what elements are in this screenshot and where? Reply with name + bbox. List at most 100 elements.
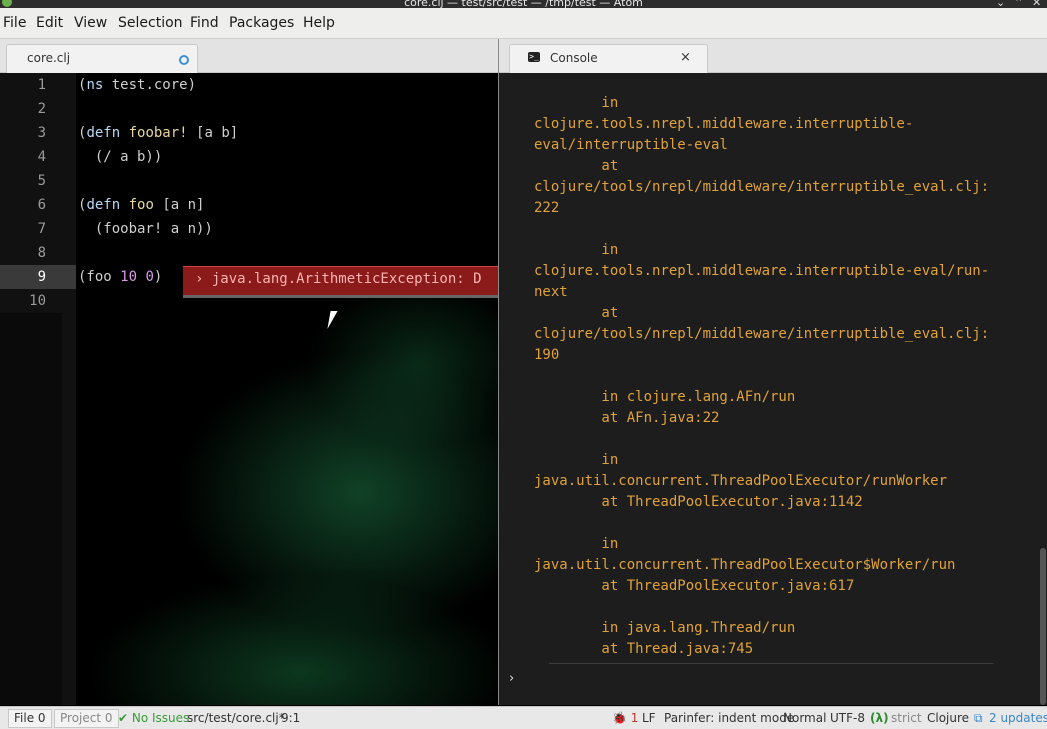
window-title: core.clj — test/src/test — /tmp/test — A… bbox=[404, 0, 643, 8]
tab-label: core.clj bbox=[27, 51, 71, 65]
console-line: clojure.tools.nrepl.middleware.interrupt… bbox=[534, 116, 914, 132]
console-input-separator bbox=[549, 663, 994, 664]
gutter-empty bbox=[0, 313, 62, 705]
number: 0 bbox=[145, 269, 154, 285]
updates-icon[interactable]: ⧉ bbox=[974, 711, 983, 725]
console-line: clojure/tools/nrepl/middleware/interrupt… bbox=[534, 326, 990, 342]
status-grammar[interactable]: Clojure bbox=[927, 711, 969, 725]
status-strict[interactable]: strict bbox=[891, 711, 922, 725]
console-line: in bbox=[534, 95, 619, 111]
menu-edit[interactable]: Edit bbox=[36, 15, 63, 32]
status-no-issues[interactable]: ✔ No Issues bbox=[118, 711, 189, 725]
tab-core-clj[interactable]: core.clj bbox=[6, 44, 198, 73]
console-line: in bbox=[534, 242, 619, 258]
console-line: 190 bbox=[534, 347, 560, 363]
line-number[interactable]: 3 bbox=[0, 121, 46, 145]
error-text: › java.lang.ArithmeticException: D bbox=[195, 271, 482, 287]
line-number[interactable]: 10 bbox=[0, 289, 46, 313]
console-line: in clojure.lang.AFn/run bbox=[534, 389, 796, 405]
console-line: java.util.concurrent.ThreadPoolExecutor/… bbox=[534, 473, 948, 489]
paren: ) bbox=[153, 269, 163, 285]
number: 10 bbox=[120, 269, 138, 285]
status-file-count[interactable]: File 0 bbox=[8, 709, 52, 728]
tab-label: Console bbox=[550, 51, 598, 65]
status-vim-mode[interactable]: Normal bbox=[783, 711, 826, 725]
menu-file[interactable]: File bbox=[3, 15, 26, 32]
editor-tab-bar: core.clj bbox=[0, 39, 498, 73]
console-line: at bbox=[534, 305, 619, 321]
console-pane[interactable]: in clojure.tools.nrepl.middleware.interru… bbox=[499, 73, 1047, 705]
menu-packages[interactable]: Packages bbox=[229, 15, 294, 32]
close-tab-icon[interactable]: × bbox=[680, 50, 691, 65]
console-line: at ThreadPoolExecutor.java:1142 bbox=[534, 494, 863, 510]
console-line: clojure/tools/nrepl/middleware/interrupt… bbox=[534, 179, 990, 195]
code-text: [a n] bbox=[153, 197, 205, 213]
line-number[interactable]: 4 bbox=[0, 145, 46, 169]
menu-selection[interactable]: Selection bbox=[118, 15, 183, 32]
status-bug-count[interactable]: 🐞 1 bbox=[612, 711, 638, 725]
line-number[interactable]: 1 bbox=[0, 73, 46, 97]
minimize-icon[interactable]: ⌄ bbox=[996, 0, 1005, 8]
code-text: test.core) bbox=[103, 77, 197, 93]
line-number[interactable]: 6 bbox=[0, 193, 46, 217]
code-text: [a b] bbox=[187, 125, 239, 141]
close-window-icon[interactable]: ✕ bbox=[1032, 0, 1041, 8]
console-prompt-icon[interactable]: › bbox=[509, 671, 514, 686]
code-line-9[interactable]: (foo 10 0) bbox=[78, 265, 162, 289]
modified-indicator-icon[interactable] bbox=[179, 55, 189, 65]
line-number[interactable]: 8 bbox=[0, 241, 46, 265]
status-updates-link[interactable]: 2 updates bbox=[989, 711, 1047, 725]
code-line-3[interactable]: (defn foobar! [a b] bbox=[78, 121, 238, 145]
menu-view[interactable]: View bbox=[74, 15, 107, 32]
console-line: in java.lang.Thread/run bbox=[534, 620, 796, 636]
console-line: eval/interruptible-eval bbox=[534, 137, 728, 153]
status-project-count[interactable]: Project 0 bbox=[54, 709, 119, 728]
line-number[interactable]: 2 bbox=[0, 97, 46, 121]
terminal-icon: >_ bbox=[528, 52, 540, 62]
status-line-ending[interactable]: LF bbox=[642, 711, 656, 725]
console-line: in bbox=[534, 536, 619, 552]
menu-bar: File Edit View Selection Find Packages H… bbox=[0, 8, 1047, 39]
console-line: 222 bbox=[534, 200, 560, 216]
code-editor[interactable]: 1 2 3 4 5 6 7 8 9 10 (ns test.core) (def… bbox=[0, 73, 498, 705]
status-file-path[interactable]: src/test/core.clj* bbox=[187, 711, 285, 725]
menu-help[interactable]: Help bbox=[303, 15, 335, 32]
status-bar: File 0 Project 0 ✔ No Issues src/test/co… bbox=[0, 706, 1047, 729]
line-number[interactable]: 7 bbox=[0, 217, 46, 241]
gutter-gap bbox=[62, 73, 76, 705]
tab-console[interactable]: >_ Console × bbox=[509, 44, 708, 73]
console-tab-bar: >_ Console × bbox=[499, 39, 1047, 73]
line-number-active[interactable]: 9 bbox=[0, 265, 46, 289]
console-line: at AFn.java:22 bbox=[534, 410, 720, 426]
code-line-6[interactable]: (defn foo [a n] bbox=[78, 193, 204, 217]
inline-error-result[interactable]: › java.lang.ArithmeticException: D bbox=[183, 266, 498, 298]
menu-find[interactable]: Find bbox=[190, 15, 219, 32]
code-line-4[interactable]: (/ a b)) bbox=[78, 145, 162, 169]
keyword: ns bbox=[86, 77, 104, 93]
keyword: defn bbox=[86, 125, 121, 141]
mouse-pointer-icon bbox=[327, 311, 344, 329]
console-line: at ThreadPoolExecutor.java:617 bbox=[534, 578, 855, 594]
code-line-7[interactable]: (foobar! a n)) bbox=[78, 217, 213, 241]
line-number[interactable]: 5 bbox=[0, 169, 46, 193]
console-scrollbar[interactable] bbox=[1040, 548, 1046, 705]
status-encoding[interactable]: UTF-8 bbox=[830, 711, 865, 725]
keyword: defn bbox=[86, 197, 121, 213]
console-line: at bbox=[534, 158, 619, 174]
console-line: in bbox=[534, 452, 619, 468]
function-name: foo bbox=[128, 197, 154, 213]
lambda-icon[interactable]: (λ) bbox=[870, 711, 889, 725]
status-cursor-position[interactable]: 9:1 bbox=[281, 711, 300, 725]
title-bar: core.clj — test/src/test — /tmp/test — A… bbox=[0, 0, 1047, 8]
console-line: next bbox=[534, 284, 568, 300]
function-name: foobar! bbox=[128, 125, 188, 141]
console-line: clojure.tools.nrepl.middleware.interrupt… bbox=[534, 263, 990, 279]
code-line-1[interactable]: (ns test.core) bbox=[78, 73, 196, 97]
maximize-icon[interactable]: ⌃ bbox=[1014, 0, 1023, 8]
console-line: at Thread.java:745 bbox=[534, 641, 754, 657]
code-text: (foo bbox=[78, 269, 121, 285]
status-parinfer-mode[interactable]: Parinfer: indent mode bbox=[664, 711, 794, 725]
console-line: java.util.concurrent.ThreadPoolExecutor$… bbox=[534, 557, 956, 573]
